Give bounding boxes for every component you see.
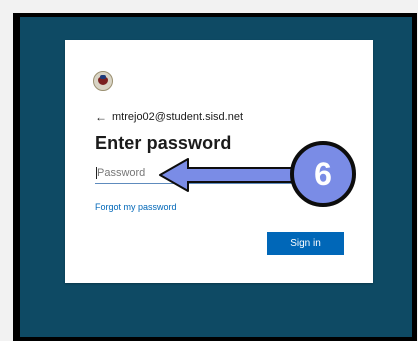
page-title: Enter password [95,133,232,153]
account-email: mtrejo02@student.sisd.net [112,111,244,123]
forgot-password-link[interactable]: Forgot my password [95,202,177,212]
back-arrow-icon[interactable]: ← [95,110,107,124]
school-seal-icon [93,71,113,91]
text-caret [96,167,97,179]
account-row[interactable]: ← mtrejo02@student.sisd.net [95,110,243,124]
step-number-badge: 6 [290,141,356,207]
sign-in-button[interactable]: Sign in [267,232,344,255]
annotation-arrow-icon [159,158,297,192]
